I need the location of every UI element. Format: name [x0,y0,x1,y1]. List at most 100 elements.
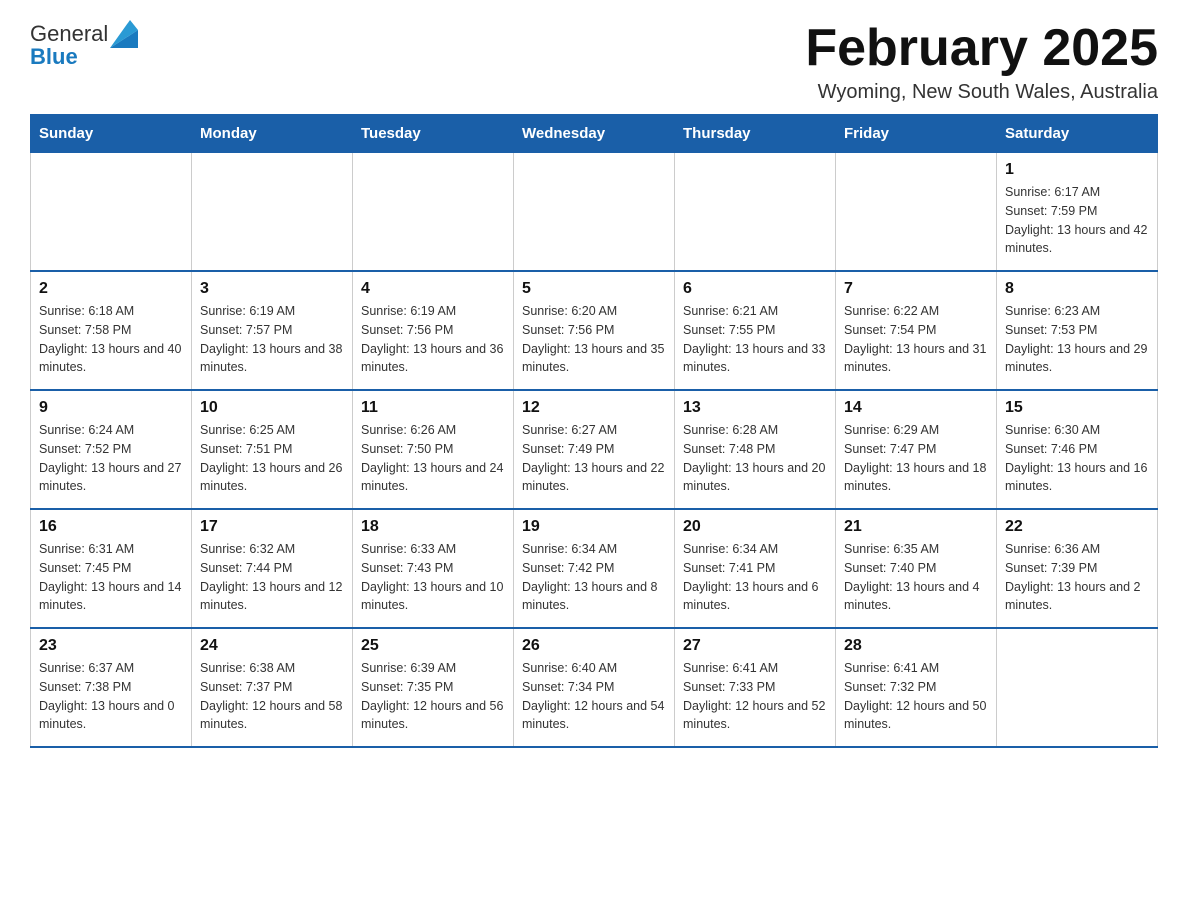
calendar-week-row: 1 Sunrise: 6:17 AMSunset: 7:59 PMDaylight… [31,153,1158,272]
calendar-day-cell: 7 Sunrise: 6:22 AMSunset: 7:54 PMDaylight… [836,271,997,390]
day-info: Sunrise: 6:29 AMSunset: 7:47 PMDaylight:… [844,421,988,496]
location: Wyoming, New South Wales, Australia [805,81,1158,104]
day-number: 14 [844,399,988,417]
calendar-week-row: 16 Sunrise: 6:31 AMSunset: 7:45 PMDayligh… [31,509,1158,628]
day-number: 17 [200,518,344,536]
calendar-day-cell [836,153,997,272]
day-info: Sunrise: 6:34 AMSunset: 7:42 PMDaylight:… [522,540,666,615]
day-of-week-header: Sunday [31,115,192,153]
day-info: Sunrise: 6:35 AMSunset: 7:40 PMDaylight:… [844,540,988,615]
calendar-day-cell [353,153,514,272]
day-number: 21 [844,518,988,536]
day-number: 7 [844,280,988,298]
day-info: Sunrise: 6:31 AMSunset: 7:45 PMDaylight:… [39,540,183,615]
day-number: 13 [683,399,827,417]
calendar-day-cell: 14 Sunrise: 6:29 AMSunset: 7:47 PMDayligh… [836,390,997,509]
day-info: Sunrise: 6:33 AMSunset: 7:43 PMDaylight:… [361,540,505,615]
day-info: Sunrise: 6:28 AMSunset: 7:48 PMDaylight:… [683,421,827,496]
day-number: 27 [683,637,827,655]
day-of-week-header: Friday [836,115,997,153]
day-info: Sunrise: 6:18 AMSunset: 7:58 PMDaylight:… [39,302,183,377]
calendar-day-cell [31,153,192,272]
day-info: Sunrise: 6:36 AMSunset: 7:39 PMDaylight:… [1005,540,1149,615]
day-info: Sunrise: 6:32 AMSunset: 7:44 PMDaylight:… [200,540,344,615]
day-info: Sunrise: 6:25 AMSunset: 7:51 PMDaylight:… [200,421,344,496]
day-number: 15 [1005,399,1149,417]
day-number: 4 [361,280,505,298]
calendar-day-cell [997,628,1158,747]
logo-icon [110,20,138,48]
day-number: 2 [39,280,183,298]
calendar-day-cell: 18 Sunrise: 6:33 AMSunset: 7:43 PMDayligh… [353,509,514,628]
day-number: 20 [683,518,827,536]
calendar-day-cell: 28 Sunrise: 6:41 AMSunset: 7:32 PMDayligh… [836,628,997,747]
calendar-day-cell: 27 Sunrise: 6:41 AMSunset: 7:33 PMDayligh… [675,628,836,747]
day-number: 16 [39,518,183,536]
calendar-day-cell: 10 Sunrise: 6:25 AMSunset: 7:51 PMDayligh… [192,390,353,509]
day-info: Sunrise: 6:23 AMSunset: 7:53 PMDaylight:… [1005,302,1149,377]
day-of-week-header: Monday [192,115,353,153]
day-info: Sunrise: 6:41 AMSunset: 7:33 PMDaylight:… [683,659,827,734]
calendar-day-cell: 23 Sunrise: 6:37 AMSunset: 7:38 PMDayligh… [31,628,192,747]
calendar-week-row: 9Sunrise: 6:24 AMSunset: 7:52 PMDaylight… [31,390,1158,509]
calendar-day-cell: 26Sunrise: 6:40 AMSunset: 7:34 PMDayligh… [514,628,675,747]
day-info: Sunrise: 6:40 AMSunset: 7:34 PMDaylight:… [522,659,666,734]
calendar-day-cell: 4 Sunrise: 6:19 AMSunset: 7:56 PMDaylight… [353,271,514,390]
day-info: Sunrise: 6:30 AMSunset: 7:46 PMDaylight:… [1005,421,1149,496]
calendar-day-cell: 2 Sunrise: 6:18 AMSunset: 7:58 PMDaylight… [31,271,192,390]
calendar-day-cell: 20 Sunrise: 6:34 AMSunset: 7:41 PMDayligh… [675,509,836,628]
calendar-day-cell: 12 Sunrise: 6:27 AMSunset: 7:49 PMDayligh… [514,390,675,509]
month-title: February 2025 [805,20,1158,77]
day-info: Sunrise: 6:22 AMSunset: 7:54 PMDaylight:… [844,302,988,377]
calendar-day-cell: 9Sunrise: 6:24 AMSunset: 7:52 PMDaylight… [31,390,192,509]
day-info: Sunrise: 6:20 AMSunset: 7:56 PMDaylight:… [522,302,666,377]
calendar-day-cell: 3Sunrise: 6:19 AMSunset: 7:57 PMDaylight… [192,271,353,390]
calendar-day-cell [675,153,836,272]
calendar-day-cell: 6 Sunrise: 6:21 AMSunset: 7:55 PMDaylight… [675,271,836,390]
day-of-week-header: Wednesday [514,115,675,153]
title-section: February 2025 Wyoming, New South Wales, … [805,20,1158,104]
calendar-day-cell [514,153,675,272]
day-info: Sunrise: 6:19 AMSunset: 7:57 PMDaylight:… [200,302,344,377]
calendar-day-cell: 19 Sunrise: 6:34 AMSunset: 7:42 PMDayligh… [514,509,675,628]
logo-blue: Blue [30,44,78,70]
calendar-day-cell: 15 Sunrise: 6:30 AMSunset: 7:46 PMDayligh… [997,390,1158,509]
day-number: 12 [522,399,666,417]
day-info: Sunrise: 6:21 AMSunset: 7:55 PMDaylight:… [683,302,827,377]
day-info: Sunrise: 6:27 AMSunset: 7:49 PMDaylight:… [522,421,666,496]
day-number: 28 [844,637,988,655]
day-number: 25 [361,637,505,655]
calendar-day-cell: 22Sunrise: 6:36 AMSunset: 7:39 PMDayligh… [997,509,1158,628]
day-info: Sunrise: 6:41 AMSunset: 7:32 PMDaylight:… [844,659,988,734]
day-info: Sunrise: 6:24 AMSunset: 7:52 PMDaylight:… [39,421,183,496]
calendar-week-row: 23 Sunrise: 6:37 AMSunset: 7:38 PMDayligh… [31,628,1158,747]
calendar-day-cell [192,153,353,272]
day-of-week-header: Saturday [997,115,1158,153]
calendar-day-cell: 17 Sunrise: 6:32 AMSunset: 7:44 PMDayligh… [192,509,353,628]
logo: General Blue [30,20,138,70]
day-number: 19 [522,518,666,536]
day-number: 5 [522,280,666,298]
day-number: 11 [361,399,505,417]
day-info: Sunrise: 6:17 AMSunset: 7:59 PMDaylight:… [1005,183,1149,258]
calendar-day-cell: 21 Sunrise: 6:35 AMSunset: 7:40 PMDayligh… [836,509,997,628]
day-number: 10 [200,399,344,417]
day-of-week-header: Tuesday [353,115,514,153]
day-number: 23 [39,637,183,655]
day-number: 6 [683,280,827,298]
calendar-day-cell: 5 Sunrise: 6:20 AMSunset: 7:56 PMDaylight… [514,271,675,390]
day-number: 24 [200,637,344,655]
day-info: Sunrise: 6:19 AMSunset: 7:56 PMDaylight:… [361,302,505,377]
calendar-header-row: SundayMondayTuesdayWednesdayThursdayFrid… [31,115,1158,153]
day-of-week-header: Thursday [675,115,836,153]
day-info: Sunrise: 6:39 AMSunset: 7:35 PMDaylight:… [361,659,505,734]
day-number: 8 [1005,280,1149,298]
day-number: 18 [361,518,505,536]
day-info: Sunrise: 6:37 AMSunset: 7:38 PMDaylight:… [39,659,183,734]
day-info: Sunrise: 6:38 AMSunset: 7:37 PMDaylight:… [200,659,344,734]
calendar-day-cell: 25 Sunrise: 6:39 AMSunset: 7:35 PMDayligh… [353,628,514,747]
calendar-day-cell: 11Sunrise: 6:26 AMSunset: 7:50 PMDayligh… [353,390,514,509]
day-info: Sunrise: 6:34 AMSunset: 7:41 PMDaylight:… [683,540,827,615]
calendar-table: SundayMondayTuesdayWednesdayThursdayFrid… [30,114,1158,748]
day-number: 1 [1005,161,1149,179]
